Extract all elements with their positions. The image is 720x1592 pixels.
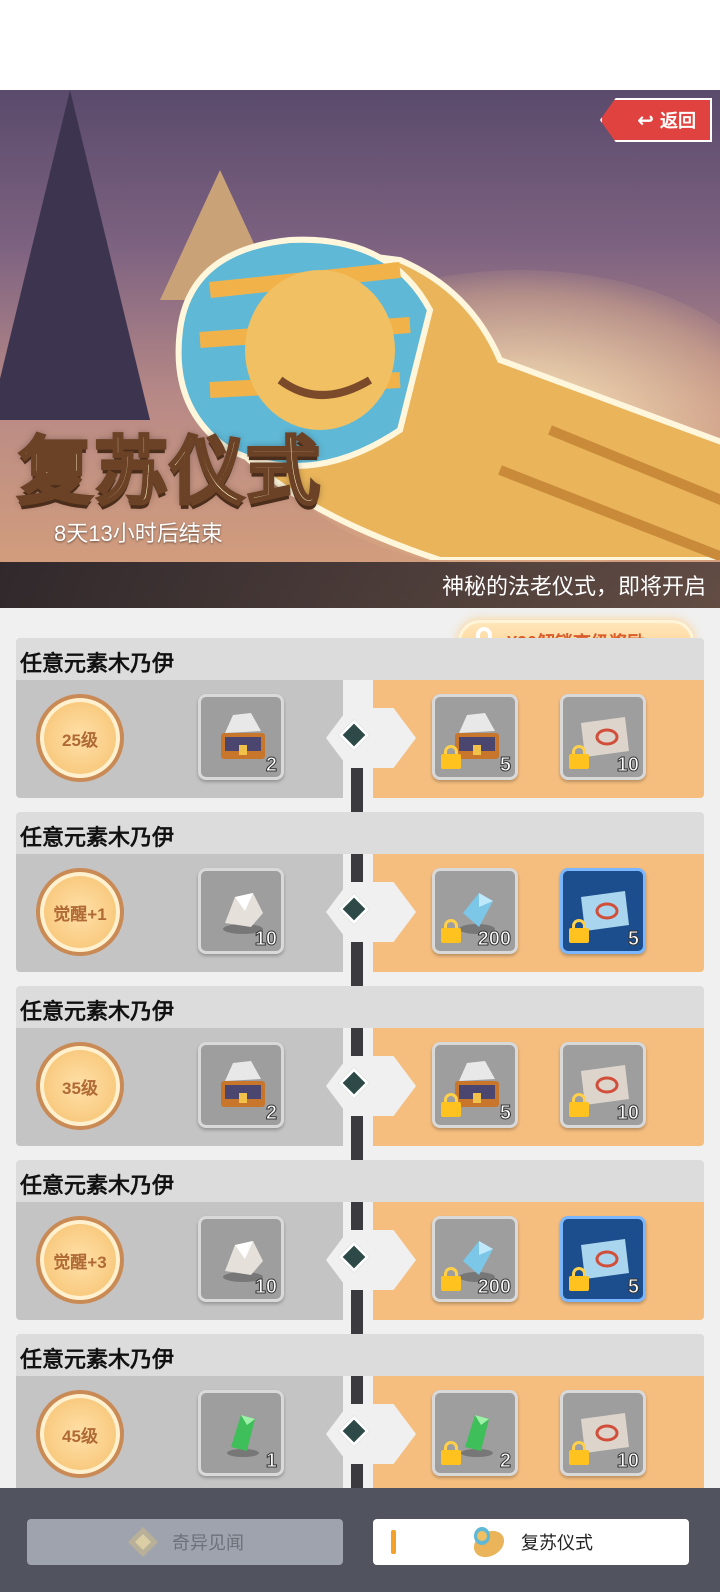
tier-requirement: 25级 (62, 730, 98, 750)
status-area (0, 0, 720, 90)
reward-item[interactable]: 5 (432, 694, 518, 780)
tier-title: 任意元素木乃伊 (20, 999, 175, 1024)
reward-count: 10 (254, 928, 277, 951)
reward-tier: 任意元素木乃伊 25级 2 5 10 (16, 638, 704, 814)
premium-reward-panel (373, 854, 704, 972)
lock-icon (569, 1441, 589, 1465)
reward-count: 10 (616, 1450, 639, 1473)
event-tagline-bar: 神秘的法老仪式，即将开启 (0, 562, 720, 608)
lock-icon (569, 1093, 589, 1117)
lock-icon (441, 919, 461, 943)
tier-requirement-medal: 35级 (36, 1042, 124, 1130)
reward-count: 200 (477, 1276, 511, 1299)
reward-item[interactable]: 200 (432, 868, 518, 954)
event-banner: ↩ 返回 复苏仪式 8天13小时后结束 神秘的法老仪式，即将开启 (0, 90, 720, 608)
reward-list[interactable]: ¥30解锁高级奖励 任意元素木乃伊25级2510任意元素木乃伊觉醒+110200… (0, 608, 720, 1488)
reward-item[interactable]: 10 (560, 1042, 646, 1128)
reward-tier: 任意元素木乃伊觉醒+1 10 200 5 (16, 812, 704, 988)
reward-item[interactable]: 2 (198, 694, 284, 780)
lock-icon (441, 1441, 461, 1465)
active-tab-marker (391, 1530, 396, 1554)
obelisk-art (0, 90, 150, 420)
reward-count: 5 (627, 928, 639, 951)
lock-icon (441, 1267, 461, 1291)
reward-item[interactable]: 5 (560, 868, 646, 954)
tier-requirement: 35级 (62, 1078, 98, 1098)
event-tagline: 神秘的法老仪式，即将开启 (441, 574, 706, 599)
reward-tier: 任意元素木乃伊 35级 2 5 10 (16, 986, 704, 1162)
tier-header: 任意元素木乃伊 (16, 1334, 704, 1376)
mummy-icon (473, 1527, 505, 1558)
reward-item[interactable]: 1 (198, 1390, 284, 1476)
tier-title: 任意元素木乃伊 (20, 651, 175, 676)
tier-requirement-medal: 觉醒+1 (36, 868, 124, 956)
tab-oddities-label: 奇异见闻 (172, 1533, 244, 1553)
tier-title: 任意元素木乃伊 (20, 1173, 175, 1198)
lock-icon (569, 1267, 589, 1291)
reward-item[interactable]: 10 (560, 694, 646, 780)
tier-requirement: 45级 (62, 1426, 98, 1446)
tier-requirement: 觉醒+3 (53, 1252, 107, 1272)
reward-item[interactable]: 2 (198, 1042, 284, 1128)
return-arrow-icon: ↩ (637, 109, 654, 132)
tier-header: 任意元素木乃伊 (16, 986, 704, 1028)
event-countdown: 8天13小时后结束 (54, 521, 223, 546)
reward-tier: 任意元素木乃伊觉醒+3 10 200 5 (16, 1160, 704, 1336)
reward-count: 2 (265, 754, 277, 777)
tier-header: 任意元素木乃伊 (16, 638, 704, 680)
tier-header: 任意元素木乃伊 (16, 812, 704, 854)
reward-count: 2 (499, 1450, 511, 1473)
reward-item[interactable]: 2 (432, 1390, 518, 1476)
tier-requirement: 觉醒+1 (53, 904, 107, 924)
reward-count: 5 (627, 1276, 639, 1299)
back-button[interactable]: ↩ 返回 (600, 98, 712, 142)
tab-oddities[interactable]: 奇异见闻 (27, 1519, 343, 1565)
reward-count: 10 (616, 1102, 639, 1125)
reward-count: 2 (265, 1102, 277, 1125)
tab-revival-ritual-label: 复苏仪式 (521, 1533, 593, 1553)
premium-reward-panel (373, 1028, 704, 1146)
premium-reward-panel (373, 680, 704, 798)
reward-count: 5 (499, 754, 511, 777)
back-button-label: 返回 (660, 111, 696, 131)
event-title: 复苏仪式 (17, 428, 322, 517)
reward-count: 200 (477, 928, 511, 951)
reward-item[interactable]: 200 (432, 1216, 518, 1302)
reward-item[interactable]: 10 (198, 868, 284, 954)
tier-header: 任意元素木乃伊 (16, 1160, 704, 1202)
reward-tier: 任意元素木乃伊 45级 1 2 10 (16, 1334, 704, 1488)
tier-requirement-medal: 25级 (36, 694, 124, 782)
reward-item[interactable]: 10 (198, 1216, 284, 1302)
tier-requirement-medal: 觉醒+3 (36, 1216, 124, 1304)
reward-item[interactable]: 10 (560, 1390, 646, 1476)
tier-title: 任意元素木乃伊 (20, 825, 175, 850)
reward-count: 10 (616, 754, 639, 777)
compass-icon (128, 1527, 158, 1557)
bottom-tab-bar: 奇异见闻 复苏仪式 (0, 1488, 720, 1592)
reward-item[interactable]: 5 (560, 1216, 646, 1302)
tier-requirement-medal: 45级 (36, 1390, 124, 1478)
premium-reward-panel (373, 1376, 704, 1488)
lock-icon (569, 919, 589, 943)
reward-count: 5 (499, 1102, 511, 1125)
reward-item[interactable]: 5 (432, 1042, 518, 1128)
tab-revival-ritual[interactable]: 复苏仪式 (373, 1519, 689, 1565)
premium-reward-panel (373, 1202, 704, 1320)
lock-icon (441, 1093, 461, 1117)
lock-icon (441, 745, 461, 769)
tier-title: 任意元素木乃伊 (20, 1347, 175, 1372)
reward-count: 1 (265, 1450, 277, 1473)
reward-count: 10 (254, 1276, 277, 1299)
lock-icon (569, 745, 589, 769)
